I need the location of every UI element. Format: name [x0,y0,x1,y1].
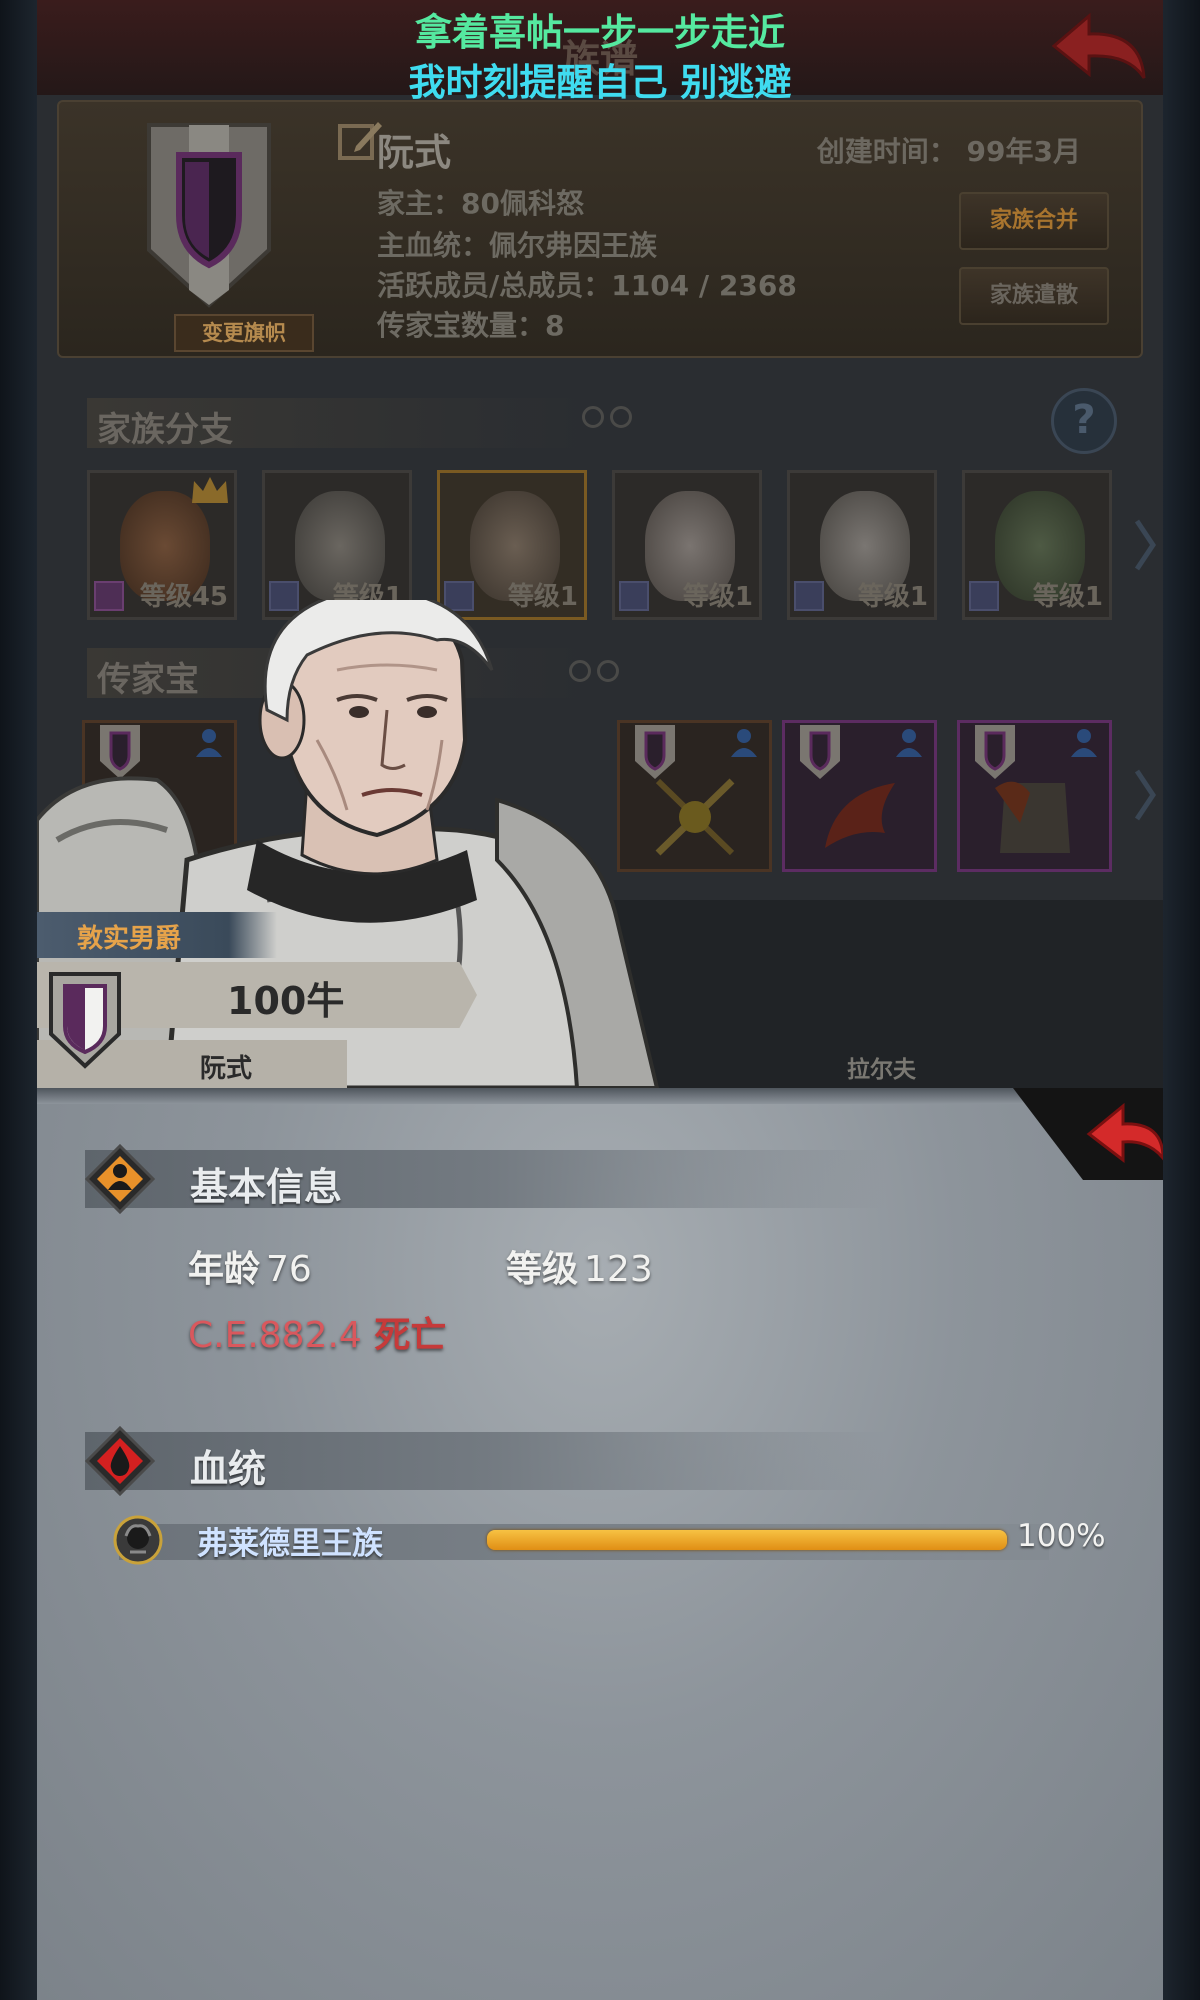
bloodline-progress-fill [487,1530,1007,1550]
left-frame [0,0,37,2000]
wing-icon [825,783,895,848]
branches-header: 家族分支 [87,398,587,450]
person-icon [896,729,922,757]
age-stat: 年龄 76 [188,1249,312,1290]
heirloom-count: 传家宝数量：8 [377,309,565,342]
chevron-right-icon[interactable] [1133,515,1157,575]
person-icon [1071,729,1097,757]
person-diamond-icon [85,1144,155,1214]
branch-card[interactable]: 等级1 [612,470,762,620]
family-banner[interactable] [139,120,279,310]
blood-drop-diamond-icon [85,1426,155,1496]
sword-icon [794,581,824,611]
branch-card[interactable]: 等级1 [262,470,412,620]
family-crest-icon [49,972,121,1069]
bloodline-name: 弗莱德里王族 [197,1526,383,1562]
page-dots [582,406,642,430]
family-name: 阮式 [377,131,451,174]
noble-title: 敦实男爵 [37,912,277,958]
right-frame [1163,0,1200,2000]
branch-card-selected[interactable]: 等级1 [437,470,587,620]
branch-card[interactable]: 等级1 [962,470,1112,620]
change-banner-button[interactable]: 变更旗帜 [174,314,314,352]
basic-info-title: 基本信息 [190,1165,343,1209]
bloodline-title: 血统 [190,1447,267,1491]
caption-line-1: 拿着喜帖一步一步走近 [415,11,785,54]
death-status: 死亡 [374,1315,447,1356]
caption-line-2: 我时刻提醒自己 别逃避 [408,61,792,104]
member-count: 活跃成员/总成员：1104 / 2368 [377,269,797,302]
branch-level: 等级1 [857,582,928,612]
dissolve-family-button[interactable]: 家族遣散 [959,267,1109,325]
game-screen: 族谱 变更旗帜 阮式 创建时间： 99年3月 家主：80佩科怒 主血统：佩尔弗因… [37,0,1163,2000]
death-record: C.E.882.4 死亡 [188,1306,446,1358]
sword-icon [969,581,999,611]
main-bloodline: 主血统：佩尔弗因王族 [377,229,658,262]
help-icon[interactable]: ? [1051,388,1117,454]
creation-date: 创建时间： 99年3月 [816,135,1081,168]
death-date: C.E.882.4 [188,1315,362,1356]
merge-family-button[interactable]: 家族合并 [959,192,1109,250]
armor-icon [995,781,1070,853]
back-button[interactable] [1013,1088,1163,1180]
bloodline-progress [487,1530,1007,1550]
crown-icon [192,477,228,503]
chevron-right-icon[interactable] [1133,765,1157,825]
branch-card[interactable]: 等级45 [87,470,237,620]
lion-crest-icon [113,1515,163,1565]
heirloom-card[interactable] [957,720,1112,872]
branch-card[interactable]: 等级1 [787,470,937,620]
branch-level: 等级1 [1032,582,1103,612]
family-head: 家主：80佩科怒 [377,187,584,220]
bloodline-percent: 100% [1017,1518,1106,1554]
character-name: 拉尔夫 [847,1057,916,1083]
level-stat: 等级 123 [506,1249,653,1290]
heirloom-card[interactable] [782,720,937,872]
family-info-panel: 变更旗帜 阮式 创建时间： 99年3月 家主：80佩科怒 主血统：佩尔弗因王族 … [57,100,1143,358]
